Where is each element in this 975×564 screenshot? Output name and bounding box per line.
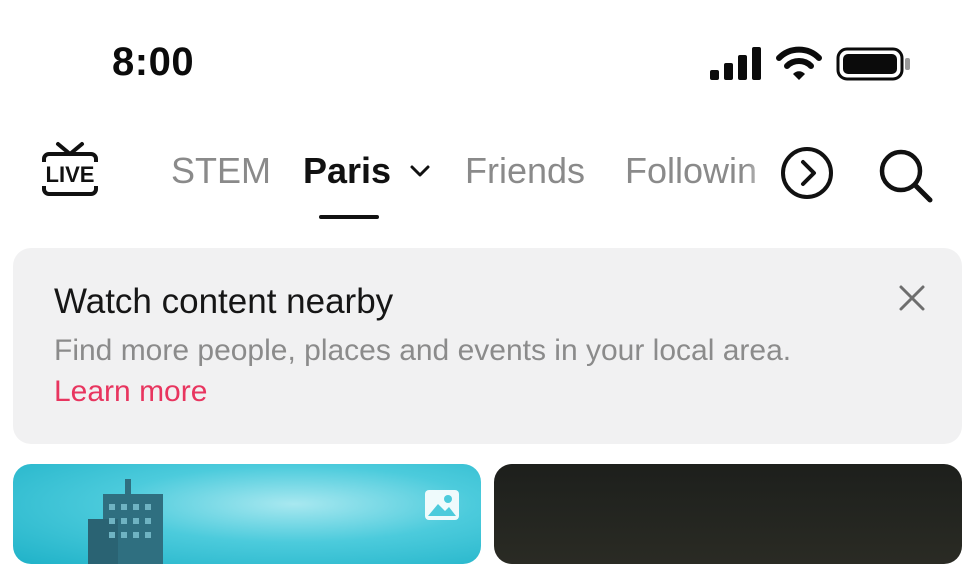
status-time: 8:00 bbox=[112, 40, 195, 84]
live-button[interactable]: LIVE bbox=[38, 140, 102, 202]
tab-paris[interactable]: Paris bbox=[303, 150, 391, 192]
chevron-right-circle-icon bbox=[781, 147, 833, 199]
tab-stem[interactable]: STEM bbox=[171, 150, 271, 192]
more-tabs-button[interactable] bbox=[780, 146, 834, 200]
live-icon: LIVE bbox=[38, 142, 102, 196]
cellular-signal-icon bbox=[710, 47, 761, 80]
tab-fade bbox=[745, 140, 779, 200]
status-icons bbox=[700, 44, 920, 84]
close-icon[interactable] bbox=[897, 283, 927, 313]
live-label: LIVE bbox=[46, 162, 95, 187]
image-icon bbox=[425, 490, 459, 520]
nearby-banner: Watch content nearby Find more people, p… bbox=[13, 248, 962, 444]
building-image bbox=[88, 479, 163, 564]
tab-friends[interactable]: Friends bbox=[465, 150, 585, 192]
wifi-icon bbox=[776, 46, 822, 80]
search-icon bbox=[879, 149, 933, 203]
battery-icon bbox=[836, 47, 910, 81]
chevron-down-icon[interactable] bbox=[409, 163, 431, 179]
feed-card-video[interactable] bbox=[494, 464, 962, 564]
learn-more-link[interactable]: Learn more bbox=[54, 375, 207, 409]
active-tab-indicator bbox=[319, 215, 379, 219]
banner-title: Watch content nearby bbox=[54, 282, 394, 321]
banner-description: Find more people, places and events in y… bbox=[54, 334, 792, 367]
search-button[interactable] bbox=[876, 146, 934, 204]
feed-card-photo[interactable] bbox=[13, 464, 481, 564]
